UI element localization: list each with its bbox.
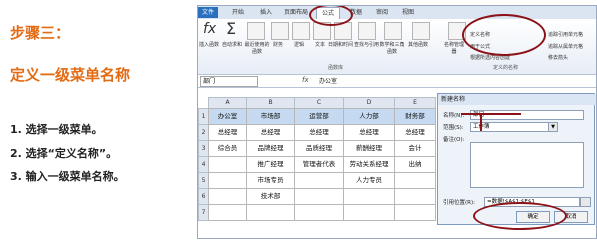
cell-a4[interactable] xyxy=(208,156,247,173)
trace-dependents-button[interactable]: 追踪从属单元格 xyxy=(548,43,583,50)
refers-to-label: 引用位置(R): xyxy=(443,200,475,206)
name-manager-button[interactable]: 名称管理器 xyxy=(442,41,466,55)
cell-d2[interactable]: 总经理 xyxy=(343,124,395,141)
excel-window: 文件 开始 插入 页面布局 公式 数据 审阅 视图 fx 插入函数 Σ 自动求和… xyxy=(197,5,597,239)
cell-a5[interactable] xyxy=(208,172,247,189)
ribbon-tabs: 文件 开始 插入 页面布局 公式 数据 审阅 视图 xyxy=(198,6,596,19)
financial-button[interactable]: 财务 xyxy=(273,41,283,48)
math-trig-icon xyxy=(384,22,402,40)
cell-e1[interactable]: 财务部 xyxy=(394,108,436,125)
step-title: 步骤三： xyxy=(10,24,71,42)
lookup-icon xyxy=(358,22,376,40)
tab-view[interactable]: 视图 xyxy=(398,7,418,18)
cell-a2[interactable]: 总经理 xyxy=(208,124,247,141)
cell-d7[interactable] xyxy=(343,204,395,221)
cell-c6[interactable] xyxy=(294,188,344,205)
cell-e7[interactable] xyxy=(394,204,436,221)
tab-file[interactable]: 文件 xyxy=(198,7,218,18)
instruction-1: 1. 选择一级菜单。 xyxy=(10,123,103,136)
name-box[interactable]: 部门 xyxy=(200,76,258,87)
cell-b3[interactable]: 品牌经理 xyxy=(246,140,295,157)
dialog-title: 新建名称 xyxy=(438,94,596,105)
recent-functions-button[interactable]: 最近使用的函数 xyxy=(243,41,271,55)
insert-function-icon: fx xyxy=(203,21,217,37)
insert-function-button[interactable]: 插入函数 xyxy=(199,41,219,48)
chevron-down-icon[interactable]: ▼ xyxy=(548,122,558,132)
lookup-button[interactable]: 查找与引用 xyxy=(354,41,379,48)
autosum-icon: Σ xyxy=(226,19,237,38)
name-input[interactable]: 部门 xyxy=(470,110,584,120)
text-button[interactable]: 文本 xyxy=(315,41,325,48)
name-input-stroke-mark xyxy=(480,113,482,131)
cell-e4[interactable]: 出纳 xyxy=(394,156,436,173)
cell-e5[interactable] xyxy=(394,172,436,189)
logical-icon xyxy=(292,22,310,40)
math-trig-button[interactable]: 数学和三角函数 xyxy=(378,41,406,55)
cell-b4[interactable]: 推广经理 xyxy=(246,156,295,173)
remove-arrows-button[interactable]: 移去箭头 xyxy=(548,54,568,61)
cell-b6[interactable]: 技术部 xyxy=(246,188,295,205)
more-functions-button[interactable]: 其他函数 xyxy=(408,41,428,48)
comment-label: 备注(O): xyxy=(443,137,465,143)
cell-a6[interactable] xyxy=(208,188,247,205)
cell-d1[interactable]: 人力部 xyxy=(343,108,395,125)
cell-c7[interactable] xyxy=(294,204,344,221)
formula-input[interactable]: 办公室 xyxy=(319,76,337,85)
formula-bar: 部门 fx 办公室 xyxy=(198,75,596,88)
cell-b2[interactable]: 总经理 xyxy=(246,124,295,141)
cell-d3[interactable]: 薪酬经理 xyxy=(343,140,395,157)
cell-e3[interactable]: 会计 xyxy=(394,140,436,157)
cell-b1[interactable]: 市场部 xyxy=(246,108,295,125)
cell-a7[interactable] xyxy=(208,204,247,221)
cell-d5[interactable]: 人力专员 xyxy=(343,172,395,189)
cell-e6[interactable] xyxy=(394,188,436,205)
tab-review[interactable]: 审阅 xyxy=(372,7,392,18)
function-library-group: 函数库 xyxy=(328,65,344,71)
tab-insert[interactable]: 插入 xyxy=(256,7,276,18)
name-input-underline-mark xyxy=(461,113,521,115)
logical-button[interactable]: 逻辑 xyxy=(294,41,304,48)
scope-select[interactable]: 工作簿 xyxy=(470,122,558,132)
comment-textarea[interactable] xyxy=(470,142,584,188)
instruction-2: 2. 选择“定义名称”。 xyxy=(10,147,118,160)
cell-a3[interactable]: 综合员 xyxy=(208,140,247,157)
trace-precedents-button[interactable]: 追踪引用单元格 xyxy=(548,31,583,38)
autosum-button[interactable]: 自动求和 xyxy=(222,41,242,48)
instruction-3: 3. 输入一级菜单名称。 xyxy=(10,170,125,183)
recent-functions-icon xyxy=(247,22,265,40)
date-time-button[interactable]: 日期和时间 xyxy=(328,41,353,48)
define-name-highlight-ring xyxy=(462,14,546,56)
cell-b7[interactable] xyxy=(246,204,295,221)
cell-b5[interactable]: 市场专员 xyxy=(246,172,295,189)
cell-d6[interactable] xyxy=(343,188,395,205)
defined-names-group: 定义的名称 xyxy=(493,65,519,71)
cell-c1[interactable]: 运营部 xyxy=(294,108,344,125)
cell-c5[interactable] xyxy=(294,172,344,189)
instructions-panel: 步骤三： 定义一级菜单名称 1. 选择一级菜单。 2. 选择“定义名称”。 3.… xyxy=(0,0,195,245)
more-functions-icon xyxy=(412,22,430,40)
cell-c2[interactable]: 总经理 xyxy=(294,124,344,141)
financial-icon xyxy=(271,22,289,40)
cell-e2[interactable]: 总经理 xyxy=(394,124,436,141)
collapse-dialog-icon[interactable] xyxy=(580,197,591,207)
cell-d4[interactable]: 劳动关系经理 xyxy=(343,156,395,173)
cell-c4[interactable]: 管理者代表 xyxy=(294,156,344,173)
tab-page-layout[interactable]: 页面布局 xyxy=(282,7,310,18)
fx-icon[interactable]: fx xyxy=(302,76,309,84)
step-subtitle: 定义一级菜单名称 xyxy=(10,66,131,84)
cell-a1[interactable]: 办公室 xyxy=(208,108,247,125)
formulas-tab-highlight-ring xyxy=(309,6,353,26)
cell-c3[interactable]: 品质经理 xyxy=(294,140,344,157)
tab-home[interactable]: 开始 xyxy=(228,7,248,18)
scope-label: 范围(S): xyxy=(443,125,464,131)
refers-to-highlight-ring xyxy=(473,202,567,230)
